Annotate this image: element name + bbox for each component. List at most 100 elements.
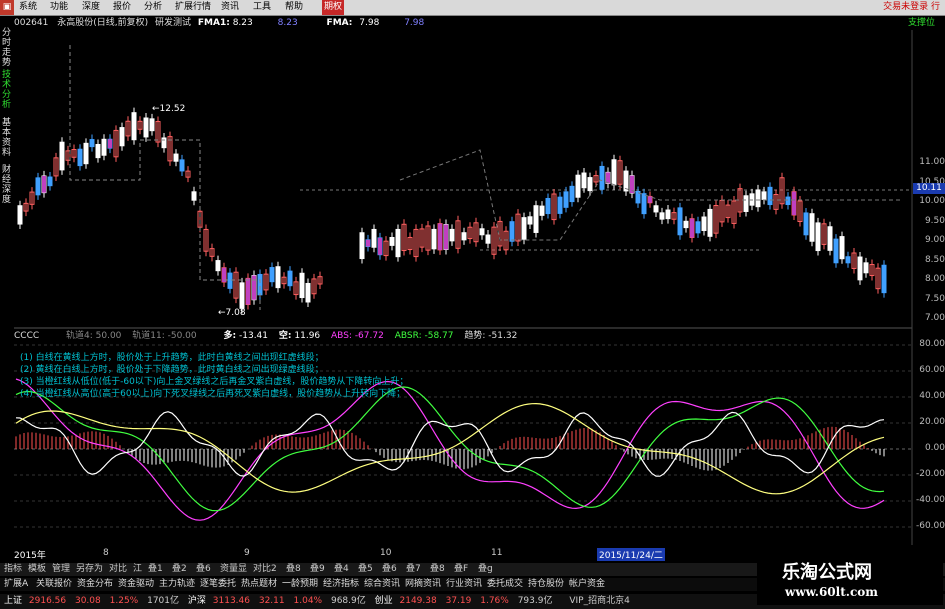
- date-month-9: 9: [244, 548, 250, 558]
- candle-body: [611, 159, 617, 186]
- candle-body: [857, 256, 863, 281]
- duo-value: -13.41: [239, 331, 269, 341]
- candle-body: [131, 112, 137, 141]
- candle-body: [239, 282, 245, 309]
- candle-body: [191, 191, 197, 201]
- candle-body: [599, 165, 605, 190]
- candle-body: [509, 221, 515, 242]
- toolbar-item[interactable]: 关联报价: [36, 578, 72, 591]
- candle-body: [173, 153, 179, 162]
- toolbar-item[interactable]: 另存为: [76, 563, 103, 576]
- toolbar-item[interactable]: 叠7: [406, 563, 421, 576]
- toolbar-item[interactable]: 叠1: [148, 563, 163, 576]
- candle-body: [803, 212, 809, 236]
- toolbar-item[interactable]: 叠8: [430, 563, 445, 576]
- watermark-title: 乐淘公式网: [782, 562, 872, 583]
- toolbar-item[interactable]: 逐笔委托: [200, 578, 236, 591]
- current-price-box: 10.11: [913, 183, 945, 194]
- toolbar-item[interactable]: 帐户资金: [569, 578, 605, 591]
- candle-highlight: [792, 191, 796, 216]
- candle-body: [815, 222, 821, 252]
- candle-body: [575, 174, 581, 198]
- toolbar-item[interactable]: 模板: [28, 563, 46, 576]
- indicator-tick: -40.00: [915, 495, 945, 505]
- toolbar-item[interactable]: 叠9: [310, 563, 325, 576]
- sz-change: 32.11: [258, 596, 285, 606]
- candle-highlight: [690, 218, 694, 238]
- toolbar-item[interactable]: 热点题材: [241, 578, 277, 591]
- param-1: 轨道4: 50.00: [66, 331, 122, 341]
- toolbar-item[interactable]: 持仓股份: [528, 578, 564, 591]
- sh-change: 30.08: [74, 596, 101, 606]
- price-tick: 9.00: [924, 235, 945, 245]
- toolbar-item[interactable]: 综合资讯: [364, 578, 400, 591]
- candle-highlight: [438, 223, 442, 250]
- sz-percent: 1.04%: [293, 596, 323, 606]
- toolbar-item[interactable]: 委托成交: [487, 578, 523, 591]
- toolbar-item[interactable]: 江: [133, 563, 142, 576]
- candle-body: [305, 282, 311, 303]
- candle-body: [827, 226, 833, 251]
- toolbar-item[interactable]: 叠6: [196, 563, 211, 576]
- chart-canvas[interactable]: [0, 0, 945, 609]
- abs-value: -67.72: [354, 331, 384, 341]
- candle-body: [839, 236, 845, 260]
- candle-highlight: [252, 275, 256, 300]
- toolbar-item[interactable]: 网摘资讯: [405, 578, 441, 591]
- candle-body: [83, 142, 89, 165]
- sz-label[interactable]: 沪深: [188, 596, 206, 606]
- candle-body: [89, 139, 95, 148]
- price-tick: 8.00: [924, 274, 945, 284]
- toolbar-item[interactable]: 扩展A: [4, 578, 28, 591]
- candle-body: [659, 212, 665, 220]
- vip-label[interactable]: VIP_招商北京4: [569, 596, 629, 606]
- candle-body: [623, 170, 629, 192]
- toolbar-item[interactable]: 叠8: [286, 563, 301, 576]
- toolbar-item[interactable]: 对比2: [253, 563, 277, 576]
- candle-highlight: [246, 278, 250, 305]
- candle-body: [227, 272, 233, 289]
- date-month-10: 10: [380, 548, 392, 558]
- toolbar-item[interactable]: 叠2: [172, 563, 187, 576]
- toolbar-item[interactable]: 叠5: [358, 563, 373, 576]
- cy-label[interactable]: 创业: [375, 596, 393, 606]
- toolbar-item[interactable]: 叠g: [478, 563, 493, 576]
- sz-volume: 968.9亿: [330, 596, 366, 606]
- indicator-header: CCCC 轨道4: 50.00 轨道11: -50.00 多: -13.41 空…: [14, 330, 517, 342]
- candle-body: [695, 221, 701, 234]
- candle-body: [101, 138, 107, 156]
- kong-value: 11.96: [294, 331, 321, 341]
- toolbar-item[interactable]: 对比: [109, 563, 127, 576]
- toolbar-item[interactable]: 叠4: [334, 563, 349, 576]
- toolbar-item[interactable]: 资量显: [220, 563, 247, 576]
- absr-value: -58.77: [424, 331, 454, 341]
- sh-label[interactable]: 上证: [4, 596, 22, 606]
- toolbar-item[interactable]: 指标: [4, 563, 22, 576]
- toolbar-item[interactable]: 叠6: [382, 563, 397, 576]
- candle-highlight: [42, 175, 46, 193]
- trend-value: -51.32: [488, 331, 518, 341]
- toolbar-item[interactable]: 主力轨迹: [159, 578, 195, 591]
- candle-body: [521, 217, 527, 240]
- candle-body: [587, 177, 593, 192]
- candle-body: [527, 216, 533, 225]
- indicator-tick: 0.00: [924, 443, 945, 453]
- price-tick: 11.00: [919, 157, 945, 167]
- candle-body: [683, 220, 689, 229]
- candle-body: [677, 207, 683, 236]
- toolbar-item[interactable]: 管理: [52, 563, 70, 576]
- candle-body: [653, 205, 659, 213]
- candle-body: [581, 172, 587, 189]
- toolbar-item[interactable]: 资金驱动: [118, 578, 154, 591]
- date-month-8: 8: [103, 548, 109, 558]
- toolbar-item[interactable]: 一龄预期: [282, 578, 318, 591]
- candle-body: [641, 193, 647, 215]
- toolbar-item[interactable]: 叠F: [454, 563, 468, 576]
- candle-body: [275, 266, 281, 289]
- indicator-tick: 60.00: [919, 365, 945, 375]
- sz-index: 3113.46: [212, 596, 250, 606]
- toolbar-item[interactable]: 经济指标: [323, 578, 359, 591]
- candle-body: [95, 143, 101, 159]
- toolbar-item[interactable]: 资金分布: [77, 578, 113, 591]
- toolbar-item[interactable]: 行业资讯: [446, 578, 482, 591]
